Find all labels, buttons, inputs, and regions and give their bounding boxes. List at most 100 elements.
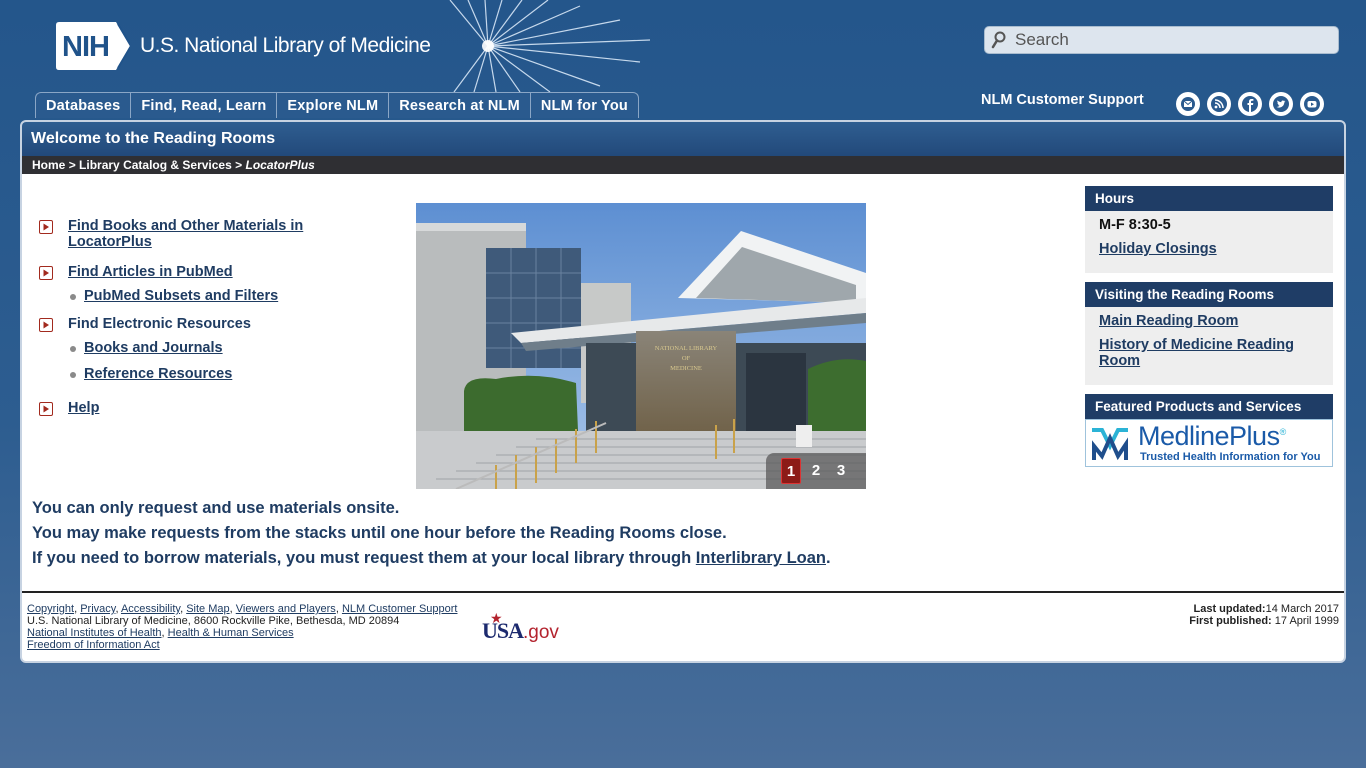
viewers-players-link[interactable]: Viewers and Players <box>236 603 336 615</box>
books-journals-link[interactable]: Books and Journals <box>84 340 223 356</box>
tab-nlm-for-you[interactable]: NLM for You <box>529 92 639 118</box>
search-input[interactable] <box>1013 30 1315 50</box>
tab-research-at-nlm[interactable]: Research at NLM <box>388 92 530 118</box>
social-links <box>1176 92 1324 116</box>
help-link[interactable]: Help <box>68 400 99 416</box>
tab-explore-nlm[interactable]: Explore NLM <box>276 92 389 118</box>
interlibrary-loan-link[interactable]: Interlibrary Loan <box>696 549 826 567</box>
image-carousel: NATIONAL LIBRARY OF MEDICINE 1 2 3 <box>416 203 866 489</box>
breadcrumb-current: LocatorPlus <box>245 158 315 172</box>
medlineplus-logo-icon <box>1092 428 1128 461</box>
carousel-pager: 1 2 3 <box>766 453 866 489</box>
page-title: Welcome to the Reading Rooms <box>22 122 1344 156</box>
list-item: Find Electronic Resources <box>39 316 379 332</box>
breadcrumb: Home > Library Catalog & Services > Loca… <box>22 156 1344 174</box>
nih-link[interactable]: National Institutes of Health <box>27 627 162 639</box>
play-bullet-icon <box>39 318 53 332</box>
find-books-link[interactable]: Find Books and Other Materials in Locato… <box>68 218 308 250</box>
tab-databases[interactable]: Databases <box>35 92 131 118</box>
nih-badge-text: NIH <box>62 31 110 63</box>
history-reading-room-link[interactable]: History of Medicine Reading Room <box>1099 337 1319 369</box>
nlm-logo[interactable]: NIH U.S. National Library of Medicine <box>56 22 431 70</box>
hhs-link[interactable]: Health & Human Services <box>168 627 294 639</box>
svg-text:MEDICINE: MEDICINE <box>670 365 702 372</box>
main-panel: Welcome to the Reading Rooms Home > Libr… <box>20 120 1346 663</box>
bullet-dot-icon <box>70 372 76 378</box>
sub-list: Books and Journals Reference Resources <box>70 340 379 382</box>
bullet-dot-icon <box>70 346 76 352</box>
hours-value: M-F 8:30-5 <box>1099 217 1171 233</box>
medlineplus-banner[interactable]: MedlinePlus® Trusted Health Information … <box>1085 419 1333 467</box>
breadcrumb-library-catalog[interactable]: Library Catalog & Services <box>79 158 232 172</box>
medlineplus-tagline: Trusted Health Information for You <box>1140 451 1321 463</box>
main-reading-room-link[interactable]: Main Reading Room <box>1099 313 1319 329</box>
email-icon[interactable] <box>1176 92 1200 116</box>
carousel-page-3[interactable]: 3 <box>831 458 851 484</box>
pubmed-subsets-link[interactable]: PubMed Subsets and Filters <box>84 288 278 304</box>
list-item: Find Books and Other Materials in Locato… <box>39 218 379 250</box>
search-icon[interactable] <box>985 26 1013 54</box>
medlineplus-name: MedlinePlus <box>1138 421 1280 451</box>
last-updated-value: 14 March 2017 <box>1265 603 1339 615</box>
list-item: Books and Journals <box>70 340 379 356</box>
footer-support-link[interactable]: NLM Customer Support <box>342 603 458 615</box>
last-updated-label: Last updated: <box>1193 603 1266 615</box>
privacy-link[interactable]: Privacy <box>80 603 115 615</box>
hours-box: M-F 8:30-5 Holiday Closings <box>1085 211 1333 273</box>
tab-find-read-learn[interactable]: Find, Read, Learn <box>130 92 277 118</box>
page-dates: Last updated:14 March 2017 First publish… <box>1189 603 1339 627</box>
footer-address: U.S. National Library of Medicine, 8600 … <box>27 615 400 627</box>
visiting-box: Main Reading Room History of Medicine Re… <box>1085 307 1333 385</box>
svg-text:NATIONAL LIBRARY: NATIONAL LIBRARY <box>655 345 718 352</box>
note-line-3-period: . <box>826 549 831 567</box>
play-bullet-icon <box>39 266 53 280</box>
usa-star-icon: ★ <box>490 610 503 626</box>
find-articles-link[interactable]: Find Articles in PubMed <box>68 264 233 280</box>
resource-links: Find Books and Other Materials in Locato… <box>39 218 379 430</box>
carousel-page-1[interactable]: 1 <box>781 458 801 484</box>
accessibility-link[interactable]: Accessibility <box>121 603 180 615</box>
copyright-link[interactable]: Copyright <box>27 603 74 615</box>
electronic-resources-heading: Find Electronic Resources <box>68 316 251 332</box>
note-line-3: If you need to borrow materials, you mus… <box>32 549 831 568</box>
holiday-closings-link[interactable]: Holiday Closings <box>1099 241 1319 257</box>
list-item: Reference Resources <box>70 366 379 382</box>
search-box[interactable] <box>984 26 1339 54</box>
first-published-value: 17 April 1999 <box>1274 615 1339 627</box>
footer-links: Copyright, Privacy, Accessibility, Site … <box>27 603 458 651</box>
list-item: Find Articles in PubMed <box>39 264 379 280</box>
note-line-3-text: If you need to borrow materials, you mus… <box>32 549 692 567</box>
site-name: U.S. National Library of Medicine <box>140 34 431 57</box>
usa-logo-suffix: .gov <box>523 622 559 643</box>
visiting-heading: Visiting the Reading Rooms <box>1085 282 1333 307</box>
play-bullet-icon <box>39 402 53 416</box>
rss-icon[interactable] <box>1207 92 1231 116</box>
sub-list: PubMed Subsets and Filters <box>70 288 379 304</box>
foia-link[interactable]: Freedom of Information Act <box>27 639 160 651</box>
footer-divider <box>22 591 1344 593</box>
breadcrumb-separator: > <box>68 158 76 172</box>
first-published-label: First published: <box>1189 615 1272 627</box>
library-building-photo: NATIONAL LIBRARY OF MEDICINE <box>416 203 866 489</box>
nih-badge-icon: NIH <box>56 22 130 70</box>
usa-gov-logo[interactable]: ★ USA.gov <box>482 610 559 644</box>
youtube-icon[interactable] <box>1300 92 1324 116</box>
note-line-1: You can only request and use materials o… <box>32 499 400 517</box>
twitter-icon[interactable] <box>1269 92 1293 116</box>
bullet-dot-icon <box>70 294 76 300</box>
reference-resources-link[interactable]: Reference Resources <box>84 366 232 382</box>
list-item: Help <box>39 400 379 416</box>
starburst-decoration <box>449 0 651 92</box>
customer-support-link[interactable]: NLM Customer Support <box>981 92 1144 108</box>
carousel-page-2[interactable]: 2 <box>806 458 826 484</box>
note-line-2: You may make requests from the stacks un… <box>32 524 727 542</box>
breadcrumb-home[interactable]: Home <box>32 158 65 172</box>
facebook-icon[interactable] <box>1238 92 1262 116</box>
main-nav-tabs: Databases Find, Read, Learn Explore NLM … <box>35 92 639 118</box>
svg-text:OF: OF <box>682 355 691 362</box>
list-item: PubMed Subsets and Filters <box>70 288 379 304</box>
breadcrumb-separator: > <box>235 158 243 172</box>
featured-heading: Featured Products and Services <box>1085 394 1333 419</box>
sitemap-link[interactable]: Site Map <box>186 603 229 615</box>
right-sidebar: Hours M-F 8:30-5 Holiday Closings Visiti… <box>1085 186 1333 467</box>
